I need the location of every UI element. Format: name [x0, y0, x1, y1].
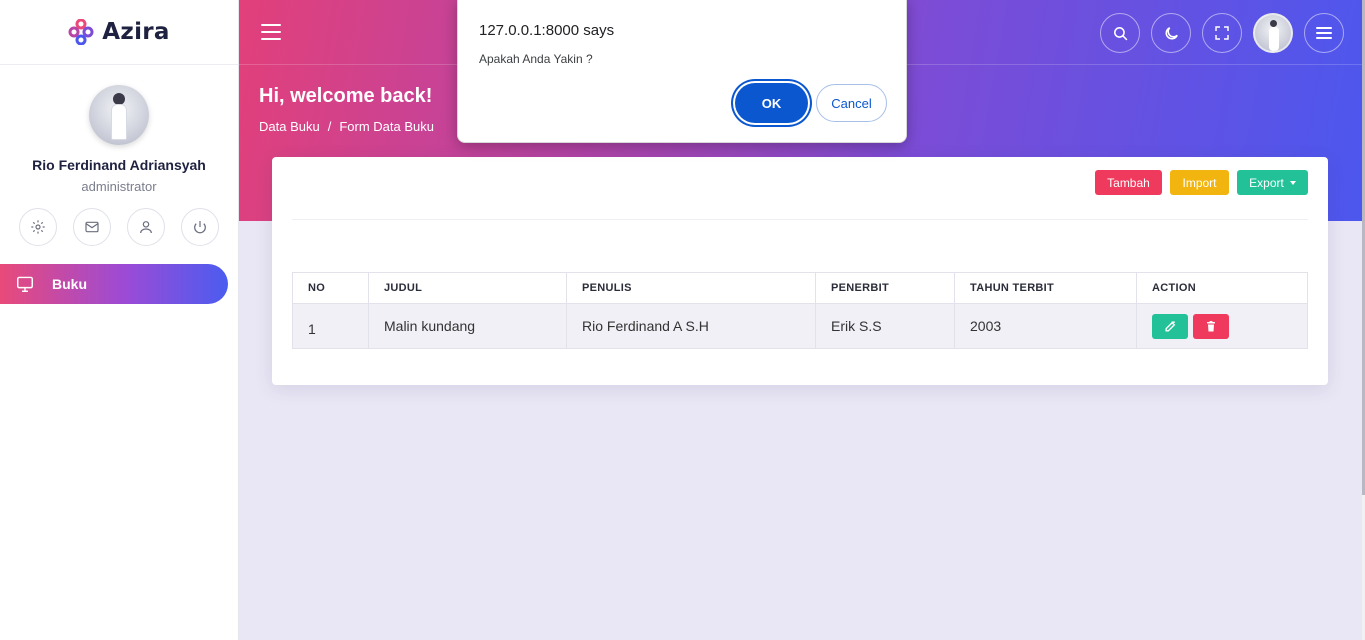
profile-quick-actions	[0, 208, 238, 246]
trash-icon	[1207, 320, 1215, 331]
breadcrumb: Data Buku / Form Data Buku	[259, 119, 434, 134]
cell-penulis: Rio Ferdinand A S.H	[566, 303, 816, 349]
brand[interactable]: Azira	[0, 0, 238, 65]
column-header-action: ACTION	[1136, 272, 1308, 304]
cell-penerbit: Erik S.S	[815, 303, 955, 349]
page-title: Hi, welcome back!	[259, 85, 433, 107]
caret-down-icon	[1289, 181, 1296, 185]
column-header-judul: JUDUL	[368, 272, 567, 304]
breadcrumb-separator: /	[327, 119, 332, 134]
column-header-no: NO	[292, 272, 369, 304]
user-avatar[interactable]	[1253, 13, 1293, 53]
search-button[interactable]	[1100, 13, 1140, 53]
menu-icon	[1316, 27, 1332, 39]
logout-button[interactable]	[181, 208, 219, 246]
search-icon	[1113, 26, 1127, 40]
confirm-dialog: 127.0.0.1:8000 says Apakah Anda Yakin ? …	[457, 0, 907, 143]
gear-icon	[31, 220, 45, 234]
delete-button[interactable]	[1193, 313, 1229, 339]
table-row: 1 Malin kundang Rio Ferdinand A S.H Erik…	[292, 303, 1308, 349]
dialog-message: Apakah Anda Yakin ?	[479, 52, 593, 66]
topbar-actions	[1100, 13, 1344, 53]
data-buku-card: Tambah Import Export NO JUDUL PENULIS PE…	[272, 157, 1328, 385]
cell-action	[1136, 303, 1308, 349]
dialog-title: 127.0.0.1:8000 says	[479, 22, 615, 39]
monitor-icon	[17, 276, 33, 292]
cell-no: 1	[292, 303, 369, 349]
sidebar: Azira Rio Ferdinand Adriansyah administr…	[0, 0, 239, 640]
profile-role: administrator	[81, 179, 157, 194]
messages-button[interactable]	[73, 208, 111, 246]
user-icon	[140, 221, 152, 234]
sidebar-item-label: Buku	[52, 276, 87, 292]
breadcrumb-item-data-buku[interactable]: Data Buku	[259, 119, 320, 134]
brand-name: Azira	[102, 19, 170, 45]
cell-judul: Malin kundang	[368, 303, 567, 349]
books-table: NO JUDUL PENULIS PENERBIT TAHUN TERBIT A…	[292, 272, 1308, 349]
breadcrumb-item-form-data-buku: Form Data Buku	[339, 119, 434, 134]
edit-button[interactable]	[1152, 313, 1188, 339]
profile-panel: Rio Ferdinand Adriansyah administrator	[0, 65, 238, 246]
profile-avatar[interactable]	[89, 85, 149, 145]
card-actions: Tambah Import Export	[1095, 170, 1308, 195]
cell-tahun: 2003	[954, 303, 1137, 349]
profile-button[interactable]	[127, 208, 165, 246]
fullscreen-icon	[1215, 26, 1229, 40]
card-divider	[292, 219, 1308, 220]
power-icon	[194, 221, 206, 234]
column-header-penulis: PENULIS	[566, 272, 816, 304]
column-header-penerbit: PENERBIT	[815, 272, 955, 304]
menu-button[interactable]	[1304, 13, 1344, 53]
column-header-tahun-terbit: TAHUN TERBIT	[954, 272, 1137, 304]
sidebar-toggle-button[interactable]	[261, 24, 281, 40]
azira-logo-icon	[68, 19, 94, 45]
export-dropdown-button[interactable]: Export	[1237, 170, 1308, 195]
table-header-row: NO JUDUL PENULIS PENERBIT TAHUN TERBIT A…	[292, 272, 1308, 304]
edit-icon	[1164, 320, 1175, 332]
ok-button[interactable]: OK	[735, 83, 808, 123]
profile-name: Rio Ferdinand Adriansyah	[32, 157, 206, 173]
fullscreen-button[interactable]	[1202, 13, 1242, 53]
settings-button[interactable]	[19, 208, 57, 246]
dark-mode-button[interactable]	[1151, 13, 1191, 53]
sidebar-item-buku[interactable]: Buku	[0, 264, 228, 304]
export-label: Export	[1249, 175, 1284, 190]
cancel-button[interactable]: Cancel	[816, 84, 887, 122]
mail-icon	[85, 221, 99, 233]
add-button[interactable]: Tambah	[1095, 170, 1162, 195]
import-button[interactable]: Import	[1170, 170, 1229, 195]
moon-icon	[1165, 26, 1178, 39]
